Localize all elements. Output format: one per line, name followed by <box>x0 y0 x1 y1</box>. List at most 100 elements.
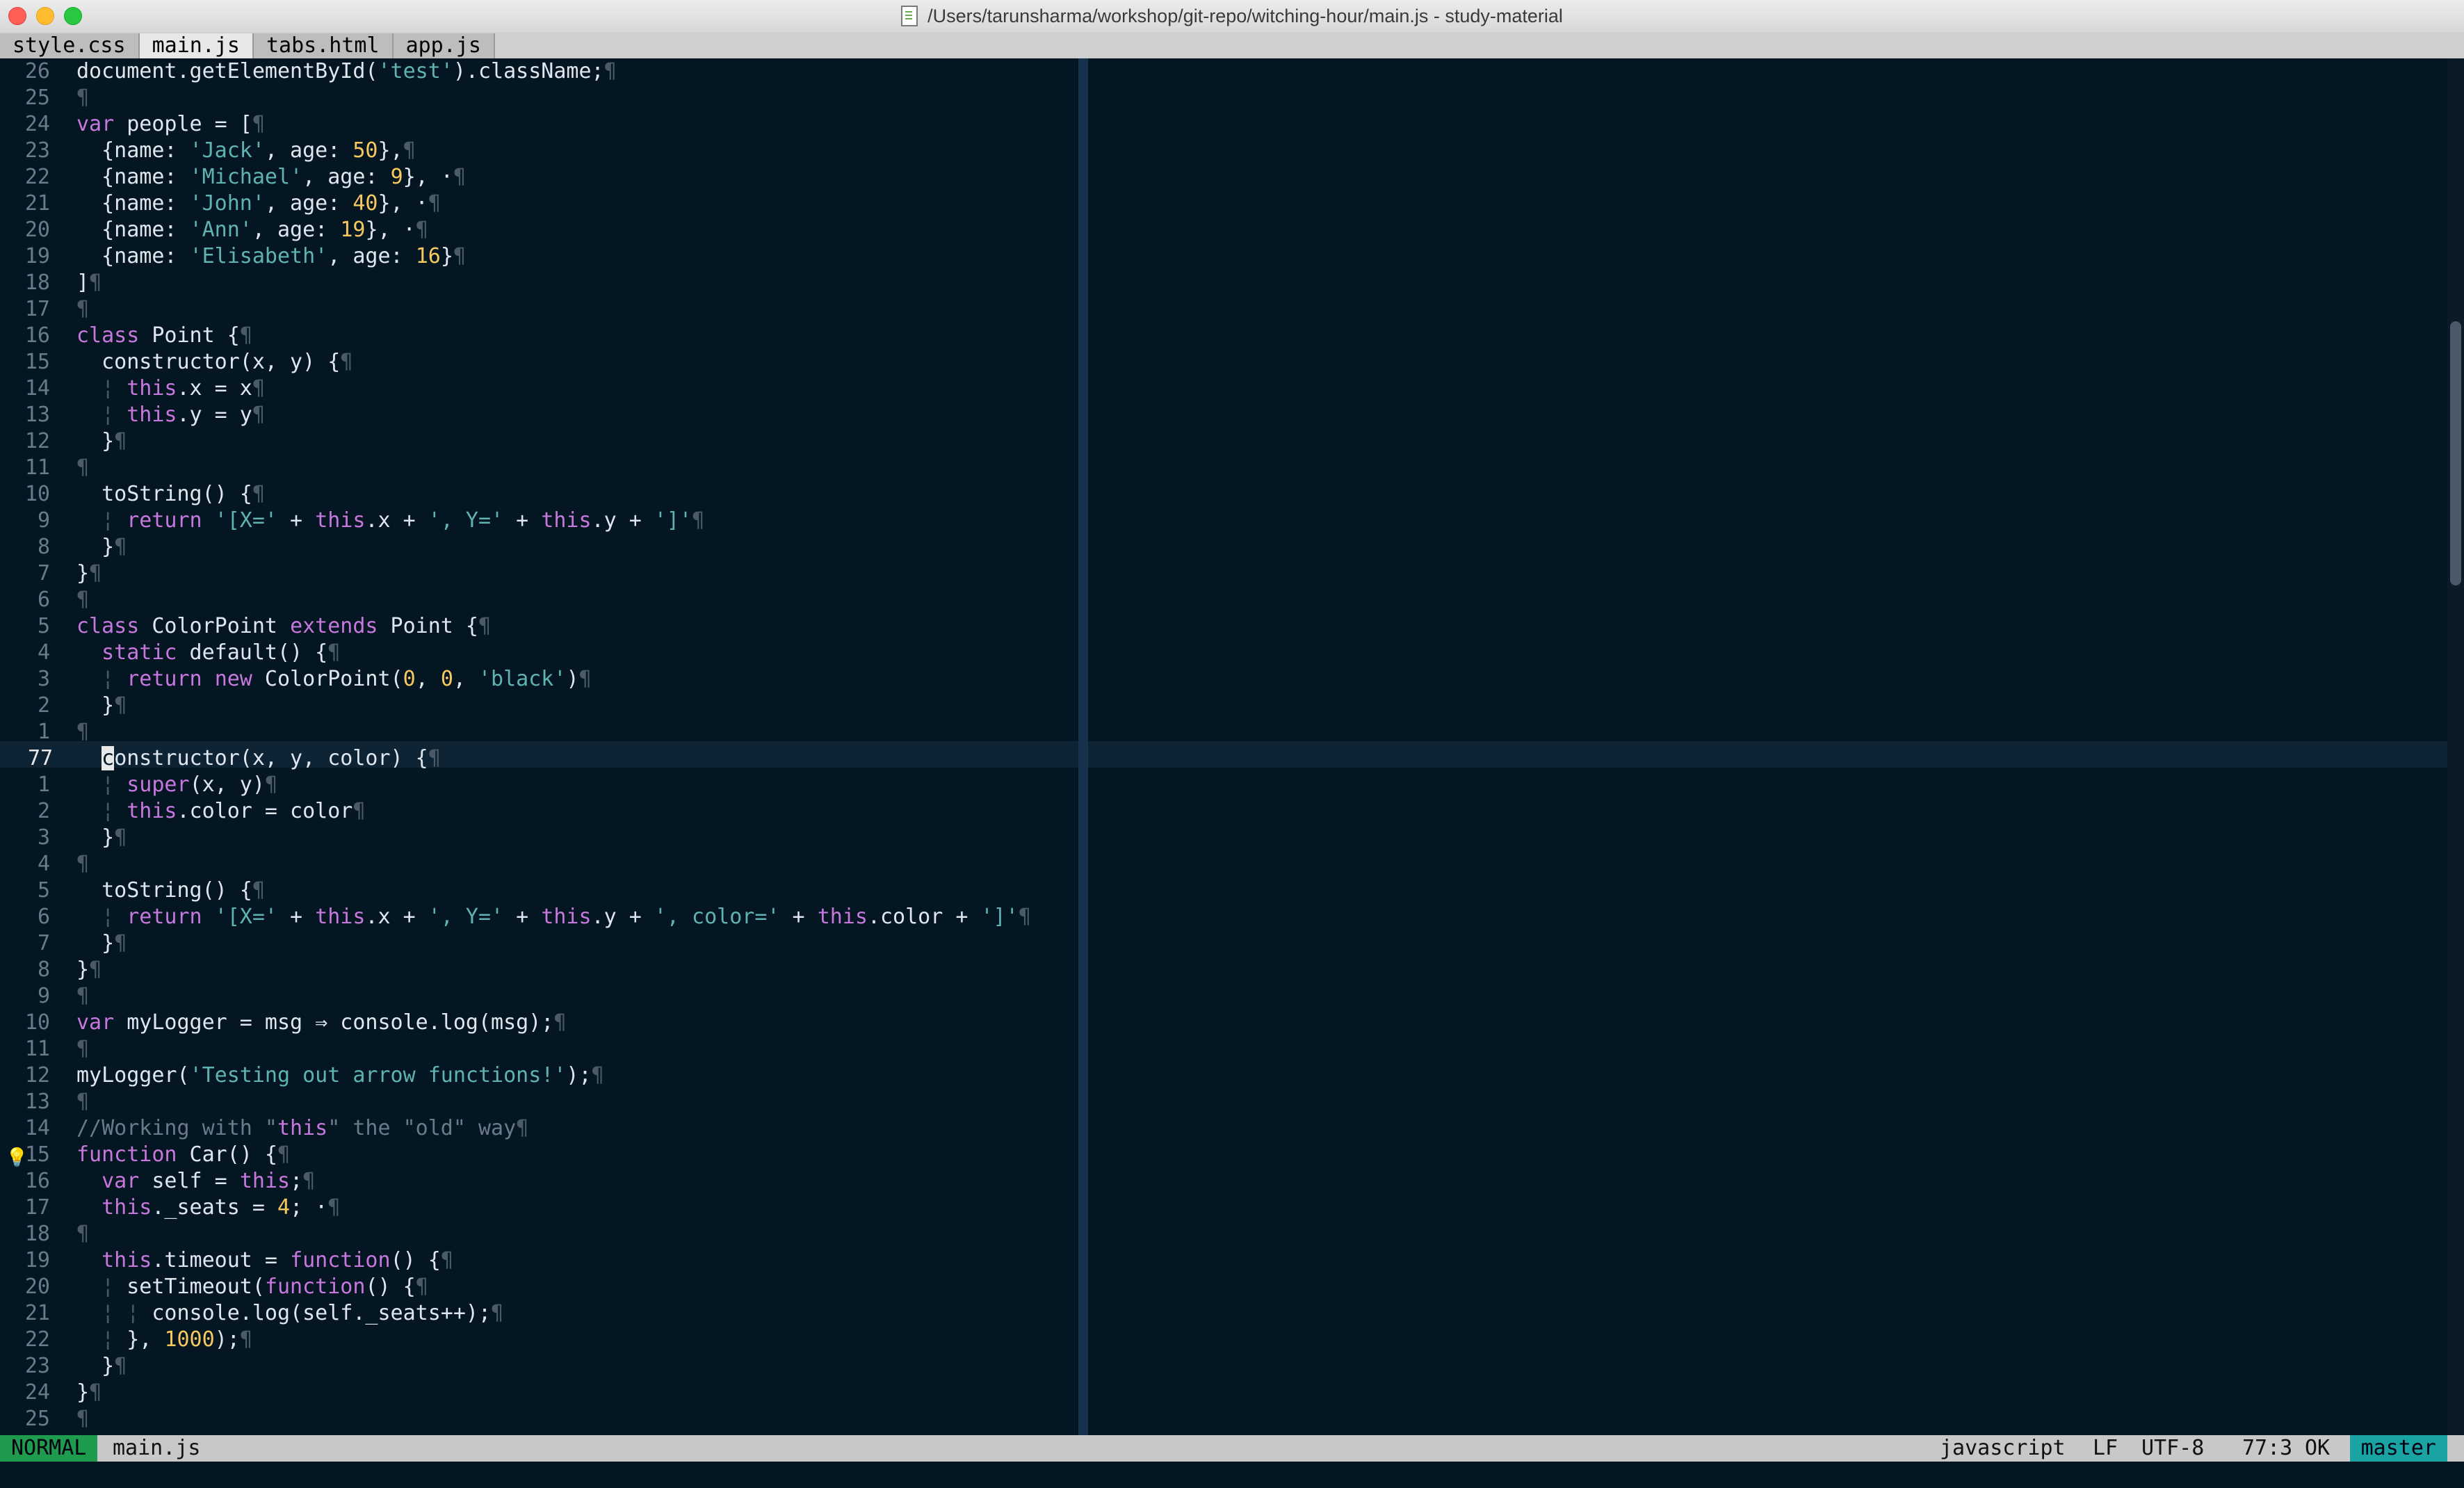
line-number: 20 <box>24 1275 50 1299</box>
code-line[interactable]: 1 ¶ <box>0 719 89 745</box>
code-text: var myLogger = msg ⇒ console.log(msg);¶ <box>76 1010 567 1035</box>
code-line[interactable]: 14 ¦ this.x = x¶ <box>0 375 265 402</box>
code-text: ¶ <box>76 984 90 1008</box>
code-line[interactable]: 1 ¦ super(x, y)¶ <box>0 772 277 798</box>
code-line[interactable]: 8}¶ <box>0 957 102 983</box>
line-number: 26 <box>24 59 50 83</box>
code-line[interactable]: 8 }¶ <box>0 534 127 560</box>
code-line[interactable]: 21 {name: 'John', age: 40}, ·¶ <box>0 191 441 217</box>
code-line[interactable]: 2 }¶ <box>0 693 127 719</box>
line-number: 7 <box>37 561 50 585</box>
code-line[interactable]: 7 }¶ <box>0 930 127 957</box>
line-number: 13 <box>24 403 50 427</box>
tab-app-js[interactable]: app.js <box>393 33 495 58</box>
code-text: ¶ <box>76 455 90 480</box>
code-text: ¶ <box>76 1037 90 1061</box>
tab-tabs-html[interactable]: tabs.html <box>254 33 394 58</box>
code-line[interactable]: 10 var myLogger = msg ⇒ console.log(msg);… <box>0 1010 567 1036</box>
code-line[interactable]: 3 }¶ <box>0 825 127 851</box>
code-text: {name: 'Michael', age: 9}, ·¶ <box>76 165 466 189</box>
line-number: 10 <box>24 482 50 506</box>
code-line[interactable]: 17 this._seats = 4; ·¶ <box>0 1195 340 1221</box>
line-number: 11 <box>24 455 50 480</box>
code-text: {name: 'John', age: 40}, ·¶ <box>76 191 441 216</box>
command-line[interactable] <box>0 1462 2464 1488</box>
code-line[interactable]: 6 ¶ <box>0 587 89 613</box>
code-line[interactable]: 22 {name: 'Michael', age: 9}, ·¶ <box>0 164 466 191</box>
code-text: ¶ <box>76 852 90 876</box>
split-divider[interactable] <box>1078 58 1088 1435</box>
code-line[interactable]: 18 ¶ <box>0 1221 89 1247</box>
line-number: 77 <box>28 746 54 770</box>
code-line[interactable]: 4 static default() {¶ <box>0 640 340 666</box>
status-encoding: UTF-8 <box>2141 1436 2205 1460</box>
line-number: 5 <box>37 878 50 903</box>
line-number: 12 <box>24 429 50 453</box>
code-line[interactable]: 21 ¦ ¦ console.log(self._seats++);¶ <box>0 1300 503 1327</box>
code-line[interactable]: 3 ¦ return new ColorPoint(0, 0, 'black')… <box>0 666 592 693</box>
code-line[interactable]: 18]¶ <box>0 270 102 296</box>
line-number: 22 <box>24 1327 50 1352</box>
code-line[interactable]: 9 ¦ return '[X=' + this.x + ', Y=' + thi… <box>0 508 704 534</box>
code-line[interactable]: 9 ¶ <box>0 983 89 1010</box>
code-line[interactable]: 4 ¶ <box>0 851 89 878</box>
status-branch: master <box>2349 1435 2447 1462</box>
code-line[interactable]: 24 var people = [¶ <box>0 111 265 138</box>
code-text: }¶ <box>76 429 127 453</box>
code-line[interactable]: 5 toString() {¶ <box>0 878 265 904</box>
code-line[interactable]: 25 ¶ <box>0 85 89 111</box>
code-line[interactable]: 💡 15 function Car() {¶ <box>0 1142 290 1168</box>
scrollbar-thumb[interactable] <box>2450 321 2461 585</box>
code-text: ¦ return new ColorPoint(0, 0, 'black')¶ <box>102 667 592 691</box>
code-line[interactable]: 10 toString() {¶ <box>0 481 265 508</box>
tab-style-css[interactable]: style.css <box>0 33 140 58</box>
code-line[interactable]: 24}¶ <box>0 1380 102 1406</box>
code-line[interactable]: 7}¶ <box>0 560 102 587</box>
code-line[interactable]: 25 ¶ <box>0 1406 89 1432</box>
code-line[interactable]: 16 class Point {¶ <box>0 323 252 349</box>
code-line[interactable]: 11 ¶ <box>0 1036 89 1062</box>
line-number: 25 <box>24 1407 50 1431</box>
code-text: }¶ <box>76 535 127 559</box>
code-line[interactable]: 20 ¦ setTimeout(function() {¶ <box>0 1274 428 1300</box>
code-text: }¶ <box>76 931 127 955</box>
line-number: 13 <box>24 1090 50 1114</box>
code-line[interactable]: 17 ¶ <box>0 296 89 323</box>
line-number: 7 <box>37 931 50 955</box>
lightbulb-icon[interactable]: 💡 <box>6 1145 28 1171</box>
code-line[interactable]: 13 ¶ <box>0 1089 89 1115</box>
line-number: 14 <box>24 376 50 401</box>
mode-indicator: NORMAL <box>0 1435 98 1462</box>
code-line[interactable]: 14 //Working with "this" the "old" way¶ <box>0 1115 528 1142</box>
tab-main-js[interactable]: main.js <box>139 33 254 58</box>
code-line[interactable]: 16 var self = this;¶ <box>0 1168 315 1195</box>
code-line[interactable]: 23 {name: 'Jack', age: 50},¶ <box>0 138 416 164</box>
code-line[interactable]: 15 constructor(x, y) {¶ <box>0 349 352 375</box>
code-text: {name: 'Ann', age: 19}, ·¶ <box>76 218 428 242</box>
line-number: 18 <box>24 1222 50 1246</box>
code-line[interactable]: 6 ¦ return '[X=' + this.x + ', Y=' + thi… <box>0 904 1031 930</box>
code-line[interactable]: 23 }¶ <box>0 1353 127 1380</box>
code-line[interactable]: 13 ¦ this.y = y¶ <box>0 402 265 428</box>
code-line[interactable]: 12 }¶ <box>0 428 127 455</box>
code-text: toString() {¶ <box>76 482 265 506</box>
tab-bar: style.css main.js tabs.html app.js <box>0 32 2464 58</box>
code-line[interactable]: 5 class ColorPoint extends Point {¶ <box>0 613 491 640</box>
code-line[interactable]: 2 ¦ this.color = color¶ <box>0 798 366 825</box>
code-line[interactable]: 12 myLogger('Testing out arrow functions!… <box>0 1062 604 1089</box>
line-number: 9 <box>37 508 50 533</box>
code-text: function Car() {¶ <box>76 1142 291 1167</box>
code-line[interactable]: 19 {name: 'Elisabeth', age: 16}¶ <box>0 243 466 270</box>
code-line[interactable]: 20 {name: 'Ann', age: 19}, ·¶ <box>0 217 428 243</box>
code-text: constructor(x, y, color) {¶ <box>102 746 441 770</box>
vertical-scrollbar[interactable] <box>2447 58 2464 1435</box>
code-text: ¦ ¦ console.log(self._seats++);¶ <box>102 1301 504 1325</box>
code-line[interactable]: 22 ¦ }, 1000);¶ <box>0 1327 252 1353</box>
code-line[interactable]: 26 document.getElementById('test').classN… <box>0 58 617 85</box>
code-line[interactable]: 77 constructor(x, y, color) {¶ <box>0 745 441 772</box>
code-line[interactable]: 19 this.timeout = function() {¶ <box>0 1247 453 1274</box>
line-number: 6 <box>37 905 50 929</box>
code-line[interactable]: 11 ¶ <box>0 455 89 481</box>
editor-pane[interactable]: 26 document.getElementById('test').classN… <box>0 58 2447 1435</box>
code-text: ¦ this.x = x¶ <box>102 376 265 401</box>
